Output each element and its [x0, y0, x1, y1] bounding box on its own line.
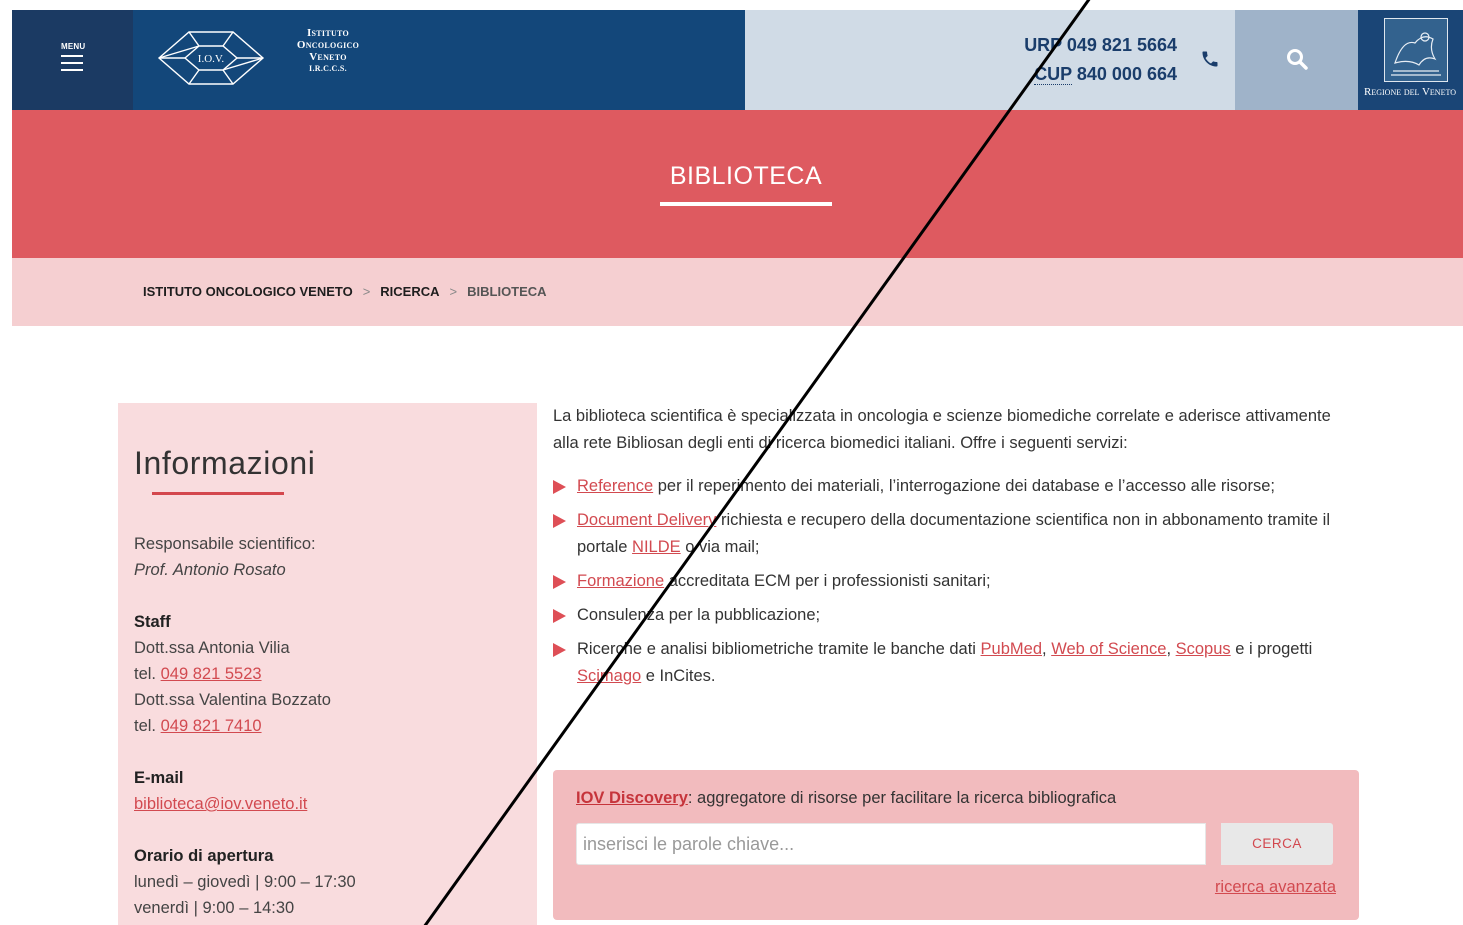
advanced-search-link[interactable]: ricerca avanzata [1215, 878, 1336, 897]
responsible-name: Prof. Antonio Rosato [134, 561, 286, 579]
intro-text: La biblioteca scientifica è specializzat… [553, 407, 1331, 452]
logo-text: Istituto Oncologico Veneto I.R.C.C.S. [296, 27, 360, 73]
contact-bar: URP 049 821 5664 CUP 840 000 664 [745, 10, 1235, 110]
breadcrumb-current: BIBLIOTECA [467, 284, 547, 299]
phone-link[interactable]: 049 821 5523 [161, 665, 262, 683]
discovery-heading: IOV Discovery: aggregatore di risorse pe… [576, 789, 1117, 807]
triangle-bullet-icon [553, 514, 566, 528]
search-button[interactable] [1235, 10, 1358, 110]
responsible-label: Responsabile scientifico: [134, 535, 316, 553]
services-list: Reference per il reperimento dei materia… [553, 473, 1353, 690]
iov-discovery-link[interactable]: IOV Discovery [576, 789, 688, 807]
lion-crest-icon [1384, 18, 1448, 82]
staff-phone: tel. 049 821 7410 [134, 717, 262, 735]
breadcrumb-separator: > [449, 284, 458, 299]
email-link[interactable]: biblioteca@iov.veneto.it [134, 795, 307, 813]
hours-line: lunedì – giovedì | 9:00 – 17:30 [134, 873, 356, 891]
staff-name: Dott.ssa Antonia Vilia [134, 639, 290, 657]
breadcrumb-ricerca[interactable]: RICERCA [380, 284, 439, 299]
triangle-bullet-icon [553, 480, 566, 494]
iov-discovery-box: IOV Discovery: aggregatore di risorse pe… [553, 770, 1359, 920]
site-header: MENU I.O.V. Istituto Oncologico Veneto I… [12, 10, 1463, 110]
pubmed-link[interactable]: PubMed [981, 640, 1042, 658]
breadcrumb-home[interactable]: ISTITUTO ONCOLOGICO VENETO [143, 284, 353, 299]
cerca-button[interactable]: CERCA [1221, 823, 1333, 865]
main-content: La biblioteca scientifica è specializzat… [553, 403, 1353, 697]
menu-label: MENU [61, 42, 86, 51]
service-item: Consulenza per la pubblicazione; [553, 602, 1353, 629]
email-label: E-mail [134, 769, 184, 787]
breadcrumb-separator: > [362, 284, 371, 299]
info-sidebar: Informazioni Responsabile scientifico: P… [118, 403, 537, 925]
scopus-link[interactable]: Scopus [1176, 640, 1231, 658]
phone-icon [1202, 51, 1218, 67]
document-delivery-link[interactable]: Document Delivery [577, 511, 716, 529]
menu-button[interactable]: MENU [12, 10, 133, 110]
page: MENU I.O.V. Istituto Oncologico Veneto I… [12, 10, 1463, 925]
cup-phone[interactable]: CUP 840 000 664 [1024, 60, 1177, 89]
iov-logo-icon: I.O.V. [157, 31, 265, 85]
staff-label: Staff [134, 613, 171, 631]
region-label: Regione del Veneto [1364, 86, 1456, 98]
scimago-link[interactable]: Scimago [577, 667, 641, 685]
triangle-bullet-icon [553, 643, 566, 657]
service-item: Reference per il reperimento dei materia… [553, 473, 1353, 500]
service-item: Formazione accreditata ECM per i profess… [553, 568, 1353, 595]
regione-veneto-logo[interactable]: Regione del Veneto [1358, 10, 1463, 110]
page-title: BIBLIOTECA [669, 162, 823, 190]
hours-label: Orario di apertura [134, 847, 274, 865]
service-item: Ricerche e analisi bibliometriche tramit… [553, 636, 1353, 690]
triangle-bullet-icon [553, 575, 566, 589]
sidebar-title: Informazioni [134, 445, 316, 481]
staff-phone: tel. 049 821 5523 [134, 665, 262, 683]
web-of-science-link[interactable]: Web of Science [1051, 640, 1166, 658]
svg-text:I.O.V.: I.O.V. [198, 53, 225, 65]
title-underline [660, 202, 832, 206]
hamburger-icon [61, 55, 83, 76]
phone-link[interactable]: 049 821 7410 [161, 717, 262, 735]
nilde-link[interactable]: NILDE [632, 538, 681, 556]
hours-line: venerdì | 9:00 – 14:30 [134, 899, 295, 917]
reference-link[interactable]: Reference [577, 477, 653, 495]
breadcrumb: ISTITUTO ONCOLOGICO VENETO > RICERCA > BIBLI… [12, 258, 1463, 326]
discovery-search-input[interactable] [576, 823, 1206, 865]
triangle-bullet-icon [553, 609, 566, 623]
site-logo[interactable]: I.O.V. Istituto Oncologico Veneto I.R.C.… [133, 10, 745, 110]
sidebar-title-underline [152, 492, 284, 495]
urp-phone[interactable]: URP 049 821 5664 [1024, 31, 1177, 60]
page-title-band: BIBLIOTECA [12, 110, 1463, 258]
formazione-link[interactable]: Formazione [577, 572, 664, 590]
staff-name: Dott.ssa Valentina Bozzato [134, 691, 331, 709]
search-icon [1287, 49, 1308, 70]
service-item: Document Delivery richiesta e recupero d… [553, 507, 1353, 561]
